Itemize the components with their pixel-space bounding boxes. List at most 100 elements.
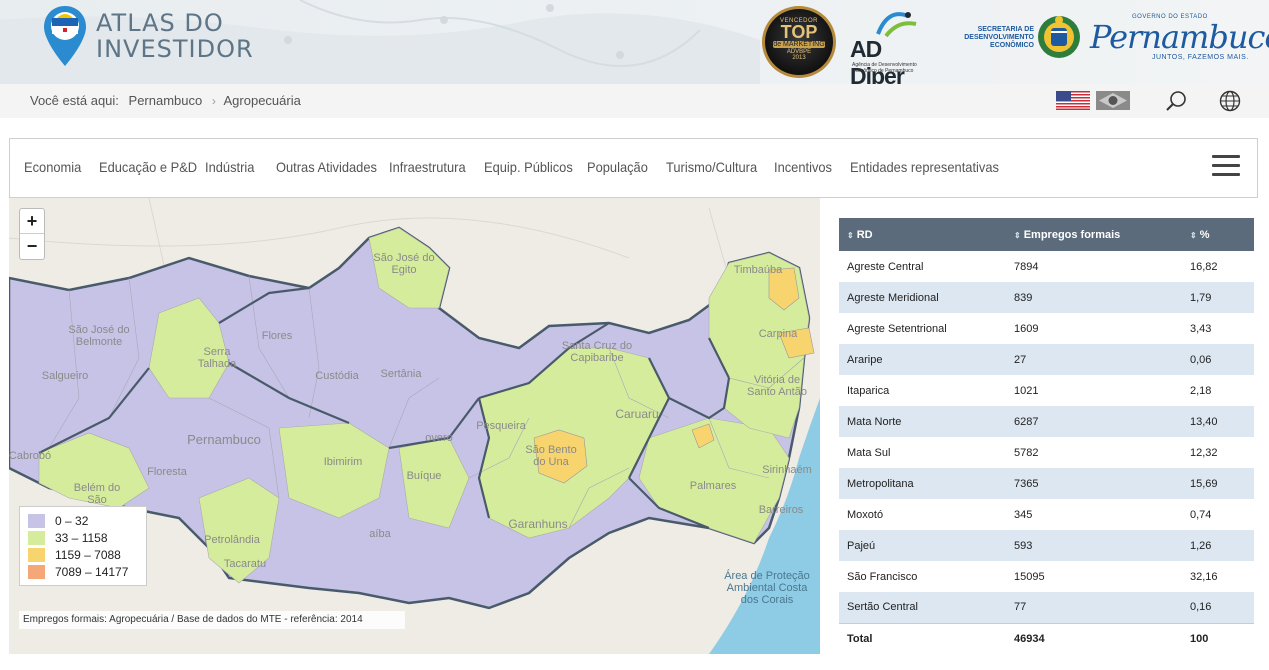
map-label-pesqueira: Pesqueira — [476, 420, 526, 432]
column-header-empregos[interactable]: ⇕ Empregos formais — [1006, 218, 1186, 251]
search-icon[interactable] — [1165, 90, 1187, 112]
addiper-mark-icon — [876, 12, 917, 38]
legend-swatch — [28, 564, 45, 579]
column-header-label: Empregos formais — [1023, 228, 1121, 241]
table-row: Agreste Meridional 839 1,79 — [839, 282, 1254, 313]
badge-line-2: TOP — [780, 22, 818, 42]
nav-item-entidades[interactable]: Entidades representativas — [850, 159, 999, 175]
nav-item-infraestrutura[interactable]: Infraestrutura — [389, 159, 466, 175]
column-header-label: RD — [856, 228, 873, 241]
zoom-control: + − — [19, 208, 45, 260]
legend-item: 0 – 32 — [28, 512, 138, 529]
nav-item-incentivos[interactable]: Incentivos — [774, 159, 832, 175]
cell-empregos: 1609 — [1006, 313, 1186, 344]
cell-empregos: 593 — [1006, 530, 1186, 561]
logo-line-1: ATLAS DO — [96, 9, 224, 37]
map-label-belem: Belém do São — [73, 482, 121, 506]
cell-rd: Mata Sul — [839, 437, 1006, 468]
gov-tagline: JUNTOS, FAZEMOS MAIS. — [1152, 54, 1249, 61]
pernambuco-wordmark: Pernambuco — [1090, 18, 1269, 56]
table-row: Agreste Setentrional 1609 3,43 — [839, 313, 1254, 344]
map-label-overo: overo — [425, 432, 453, 444]
governo-pernambuco-logo[interactable]: SECRETARIA DE DESENVOLVIMENTO ECONÔMICO … — [962, 10, 1269, 70]
brazil-flag-icon[interactable] — [1096, 91, 1130, 110]
cell-rd: Moxotó — [839, 499, 1006, 530]
map-label-sao-jose-egito: São José do Egito — [373, 252, 435, 276]
cell-percent: 1,79 — [1186, 282, 1254, 313]
zoom-out-button[interactable]: − — [20, 234, 44, 259]
map-label-serra-talhada: Serra Talhada — [197, 346, 237, 370]
legend-swatch — [28, 547, 45, 562]
hamburger-menu-icon[interactable] — [1212, 155, 1240, 179]
breadcrumb-item-agropecuaria[interactable]: Agropecuária — [224, 93, 301, 108]
map-label-sao-bento: São Bento do Una — [525, 444, 577, 468]
map-label-tacaratu: Tacaratu — [223, 558, 267, 570]
cell-empregos: 7894 — [1006, 251, 1186, 282]
map-label-sirinhaem: Sirinhaém — [762, 464, 812, 476]
nav-item-industria[interactable]: Indústria — [205, 159, 254, 175]
globe-icon[interactable] — [1219, 90, 1241, 112]
table-row: Sertão Central 77 0,16 — [839, 592, 1254, 623]
cell-empregos: 345 — [1006, 499, 1186, 530]
cell-percent: 0,16 — [1186, 592, 1254, 623]
table-row: Moxotó 345 0,74 — [839, 499, 1254, 530]
map-label-santa-cruz: Santa Cruz do Capibaribe — [561, 340, 633, 364]
addiper-logo[interactable]: AD Diper Agência de Desenvolvimento Econ… — [848, 6, 940, 84]
badge-line-3: de MARKETING — [773, 41, 825, 48]
nav-item-educacao[interactable]: Educação e P&D — [99, 159, 197, 175]
cell-percent: 32,16 — [1186, 561, 1254, 592]
sort-icon: ⇕ — [1190, 230, 1197, 240]
addiper-name: AD Diper — [850, 36, 905, 84]
legend-item: 1159 – 7088 — [28, 546, 138, 563]
table-row: Mata Sul 5782 12,32 — [839, 437, 1254, 468]
cell-empregos: 46934 — [1006, 622, 1186, 654]
main-nav: Economia Educação e P&D Indústria Outras… — [9, 138, 1258, 198]
nav-item-equip-publicos[interactable]: Equip. Públicos — [484, 159, 573, 175]
cell-empregos: 7365 — [1006, 468, 1186, 499]
breadcrumb-item-pernambuco[interactable]: Pernambuco — [129, 93, 203, 108]
map-caption: Empregos formais: Agropecuária / Base de… — [19, 611, 405, 629]
map-label-carpina: Carpina — [758, 328, 798, 340]
sort-icon: ⇕ — [847, 230, 854, 240]
map-label-sao-jose-belmonte: São José do Belmonte — [68, 324, 130, 348]
sort-icon: ⇕ — [1014, 230, 1021, 240]
column-header-percent[interactable]: ⇕% — [1186, 218, 1254, 251]
legend-swatch — [28, 530, 45, 545]
map-pin-icon — [44, 6, 86, 66]
badge-line-5: 2013 — [792, 55, 806, 61]
map-label-garanhuns: Garanhuns — [508, 517, 568, 531]
cell-percent: 0,06 — [1186, 344, 1254, 375]
breadcrumb: Você está aqui: Pernambuco › Agropecuári… — [30, 93, 301, 108]
logo-line-2: INVESTIDOR — [96, 35, 254, 63]
table-row: Itaparica 1021 2,18 — [839, 375, 1254, 406]
cell-percent: 15,69 — [1186, 468, 1254, 499]
cell-percent: 100 — [1186, 622, 1254, 654]
map-label-timbauba: Timbaúba — [733, 264, 783, 276]
legend-item: 7089 – 14177 — [28, 563, 138, 580]
column-header-rd[interactable]: ⇕ RD — [839, 218, 1006, 251]
map-label-caruaru: Caruaru — [615, 407, 659, 421]
cell-rd: Araripe — [839, 344, 1006, 375]
map-label-buique: Buíque — [406, 470, 442, 482]
top-marketing-badge: VENCEDOR TOP de MARKETING ADVBPE 2013 — [762, 6, 836, 78]
nav-item-populacao[interactable]: População — [587, 159, 648, 175]
table-row: São Francisco 15095 32,16 — [839, 561, 1254, 592]
nav-item-economia[interactable]: Economia — [24, 159, 81, 175]
logo-text: ATLAS DO INVESTIDOR — [96, 10, 254, 62]
cell-percent: 0,74 — [1186, 499, 1254, 530]
map-legend: 0 – 32 33 – 1158 1159 – 7088 7089 – 1417… — [19, 506, 147, 586]
cell-rd: Agreste Setentrional — [839, 313, 1006, 344]
map-label-custodia: Custódia — [315, 370, 359, 382]
cell-rd: Itaparica — [839, 375, 1006, 406]
nav-item-outras-atividades[interactable]: Outras Atividades — [276, 159, 377, 175]
cell-rd: Mata Norte — [839, 406, 1006, 437]
cell-percent: 2,18 — [1186, 375, 1254, 406]
atlas-logo[interactable]: ATLAS DO INVESTIDOR — [42, 4, 272, 70]
zoom-in-button[interactable]: + — [20, 209, 44, 234]
table-row: Mata Norte 6287 13,40 — [839, 406, 1254, 437]
us-flag-icon[interactable] — [1056, 91, 1090, 110]
nav-item-turismo-cultura[interactable]: Turismo/Cultura — [666, 159, 757, 175]
cell-empregos: 27 — [1006, 344, 1186, 375]
cell-rd: Agreste Meridional — [839, 282, 1006, 313]
legend-label: 0 – 32 — [55, 513, 89, 528]
